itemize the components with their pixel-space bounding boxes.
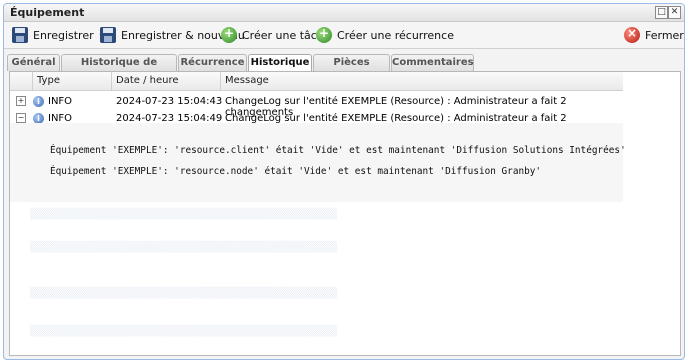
save-button[interactable]: Enregistrer ▾ [12,26,104,44]
faded-artifact: ▒▒▒▒▒▒▒▒▒▒▒▒▒▒▒▒▒▒▒▒▒▒▒▒▒▒▒▒▒▒▒▒▒▒▒▒▒▒▒▒… [30,288,338,299]
close-icon[interactable]: ✕ [668,6,681,19]
add-task-icon [221,26,237,43]
toolbar: Enregistrer ▾ Enregistrer & nouveau Crée… [4,22,684,49]
expand-icon[interactable]: + [16,96,26,106]
column-separator [111,72,112,90]
detail-line: Équipement 'EXEMPLE': 'resource.client' … [50,145,626,156]
grid-header: Type Date / heure Message [10,72,623,91]
collapse-icon[interactable]: − [16,113,26,123]
row-type: INFO [48,96,73,107]
tab-recurrence[interactable]: Récurrence [178,54,247,71]
save-label: Enregistrer [33,28,94,42]
faded-artifact: ▒▒▒▒▒▒▒▒▒▒▒▒▒▒▒▒▒▒▒▒▒▒▒▒▒▒▒▒▒▒▒▒▒▒▒▒▒▒▒▒… [30,242,338,253]
window-title: Équipement [10,6,85,19]
row-datetime: 2024-07-23 15:04:43 [116,96,223,107]
detail-line: Équipement 'EXEMPLE': 'resource.node' ét… [50,166,542,177]
equipment-window: Équipement □ ✕ Enregistrer ▾ Enregistrer… [3,3,685,360]
floppy-disk-icon [100,27,116,43]
column-header-datetime[interactable]: Date / heure [116,75,179,86]
restore-icon[interactable]: □ [655,6,668,19]
tab-attachments[interactable]: Pièces jointes [313,54,390,84]
tab-history[interactable]: Historique [248,54,312,72]
column-separator [220,72,221,90]
close-button[interactable]: Fermer [624,26,684,44]
create-recurrence-label: Créer une récurrence [337,28,454,42]
column-header-type[interactable]: Type [37,75,60,86]
tab-general[interactable]: Général [7,54,60,71]
tab-comments[interactable]: Commentaires [391,54,474,71]
row-detail-panel: Équipement 'EXEMPLE': 'resource.client' … [10,123,626,202]
column-separator [32,72,33,90]
close-circle-icon [624,26,640,43]
tab-task-history[interactable]: Historique de tâches [61,54,177,84]
info-icon: i [33,96,44,107]
add-recurrence-icon [316,26,332,43]
table-row[interactable]: + i INFO 2024-07-23 15:04:43 ChangeLog s… [10,94,623,118]
create-task-button[interactable]: Créer une tâche [221,26,331,44]
faded-artifact: ▒▒▒▒▒▒▒▒▒▒▒▒▒▒▒▒▒▒▒▒▒▒▒▒▒▒▒▒▒▒▒▒▒▒▒▒▒▒▒▒… [30,326,338,337]
window-titlebar: Équipement □ ✕ [4,4,684,22]
floppy-disk-icon [12,27,28,43]
history-grid: Type Date / heure Message + i INFO 2024-… [9,71,681,356]
close-label: Fermer [645,28,684,42]
create-recurrence-button[interactable]: Créer une récurrence [316,26,454,44]
faded-artifact: ▒▒▒▒▒▒▒▒▒▒▒▒▒▒▒▒▒▒▒▒▒▒▒▒▒▒▒▒▒▒▒▒▒▒▒▒▒▒▒▒… [30,209,338,220]
column-header-message[interactable]: Message [225,75,269,86]
